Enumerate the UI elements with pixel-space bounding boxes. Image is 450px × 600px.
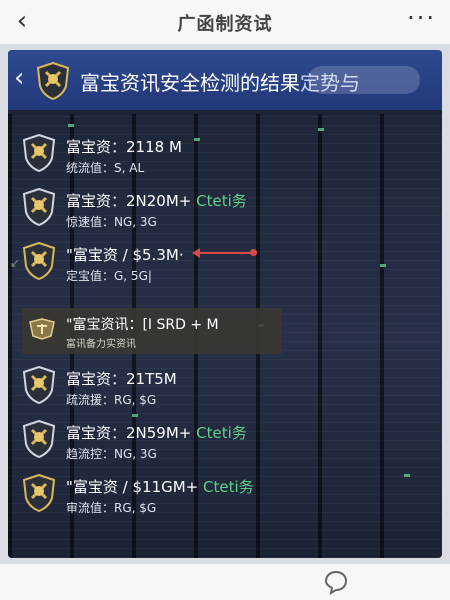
item-title-text: 富宝资：21T5M (66, 370, 177, 388)
shield-badge-icon (22, 474, 56, 512)
top-app-bar: ‹ 广函制资试 ··· (0, 0, 450, 44)
item-title-text: 富宝资：2118 M (66, 138, 182, 156)
result-item[interactable]: 富宝资：21T5M 疏流援：RG, $G (22, 360, 322, 412)
item-tag: Cteti务 (196, 192, 247, 210)
item-subtitle: 疏流援：RG, $G (66, 393, 157, 407)
back-button[interactable]: ‹ (6, 6, 38, 38)
report-banner: ‹ 富宝资讯安全检测的结果定势与 (8, 50, 442, 110)
item-title: 富宝资：2N20M+ Cteti务 (66, 190, 247, 211)
item-subtitle: 定宝值：G, 5G| (66, 269, 152, 283)
shield-badge-icon (22, 242, 56, 280)
item-title: 富宝资：2118 M (66, 136, 182, 157)
highlighted-result-row[interactable]: "富宝资讯：[I SRD + M 富讯备力实资讯 (22, 308, 282, 354)
security-report-panel: ‹ 富宝资讯安全检测的结果定势与 ↙ 富宝资：2118 M 统流值：S, AL (8, 50, 442, 558)
item-title-text: "富宝资 / $5.3M· (66, 246, 184, 264)
item-title: 富宝资：2N59M+ Cteti务 (66, 422, 247, 443)
item-subtitle: 统流值：S, AL (66, 161, 145, 175)
shield-badge-icon (36, 62, 70, 100)
result-item[interactable]: "富宝资 / $5.3M· 定宝值：G, 5G| (22, 236, 322, 288)
side-pointer-icon: ↙ (10, 256, 21, 270)
item-subtitle: 惊速值：NG, 3G (66, 215, 157, 229)
red-arrow-annotation (192, 248, 257, 258)
item-title-text: "富宝资 / $11GM+ (66, 478, 199, 496)
item-tag: Cteti务 (203, 478, 254, 496)
shield-badge-icon (22, 420, 56, 458)
item-title: "富宝资 / $5.3M· (66, 244, 184, 265)
shield-badge-icon (22, 366, 56, 404)
banner-back-icon[interactable]: ‹ (14, 64, 24, 92)
result-item[interactable]: 富宝资：2N20M+ Cteti务 惊速值：NG, 3G (22, 182, 322, 234)
shield-badge-icon (22, 188, 56, 226)
banner-title-main: 富宝资讯安全检测的结果 (80, 71, 300, 95)
page-title: 广函制资试 (177, 14, 273, 35)
item-title: 富宝资：21T5M (66, 368, 177, 389)
item-subtitle: 审流值：RG, $G (66, 501, 157, 515)
more-options-button[interactable]: ··· (407, 4, 436, 32)
highlight-title: "富宝资讯：[I SRD + M (66, 317, 219, 333)
item-subtitle: 趋流控：NG, 3G (66, 447, 157, 461)
result-item[interactable]: 富宝资：2118 M 统流值：S, AL (22, 128, 322, 180)
item-tag: Cteti务 (196, 424, 247, 442)
highlight-subtitle: 富讯备力实资讯 (66, 339, 136, 350)
bottom-bar (0, 564, 450, 600)
item-title-text: 富宝资：2N20M+ (66, 192, 192, 210)
comment-bubble-icon[interactable] (322, 568, 350, 596)
crest-emblem-icon (29, 318, 55, 340)
item-title: "富宝资 / $11GM+ Cteti务 (66, 476, 254, 497)
shield-badge-icon (22, 134, 56, 172)
result-item[interactable]: 富宝资：2N59M+ Cteti务 趋流控：NG, 3G (22, 414, 322, 466)
banner-pill-overlay (308, 66, 420, 94)
result-item[interactable]: "富宝资 / $11GM+ Cteti务 审流值：RG, $G (22, 468, 322, 520)
item-title-text: 富宝资：2N59M+ (66, 424, 192, 442)
content-image-frame: ‹ 富宝资讯安全检测的结果定势与 ↙ 富宝资：2118 M 统流值：S, AL (0, 44, 450, 564)
